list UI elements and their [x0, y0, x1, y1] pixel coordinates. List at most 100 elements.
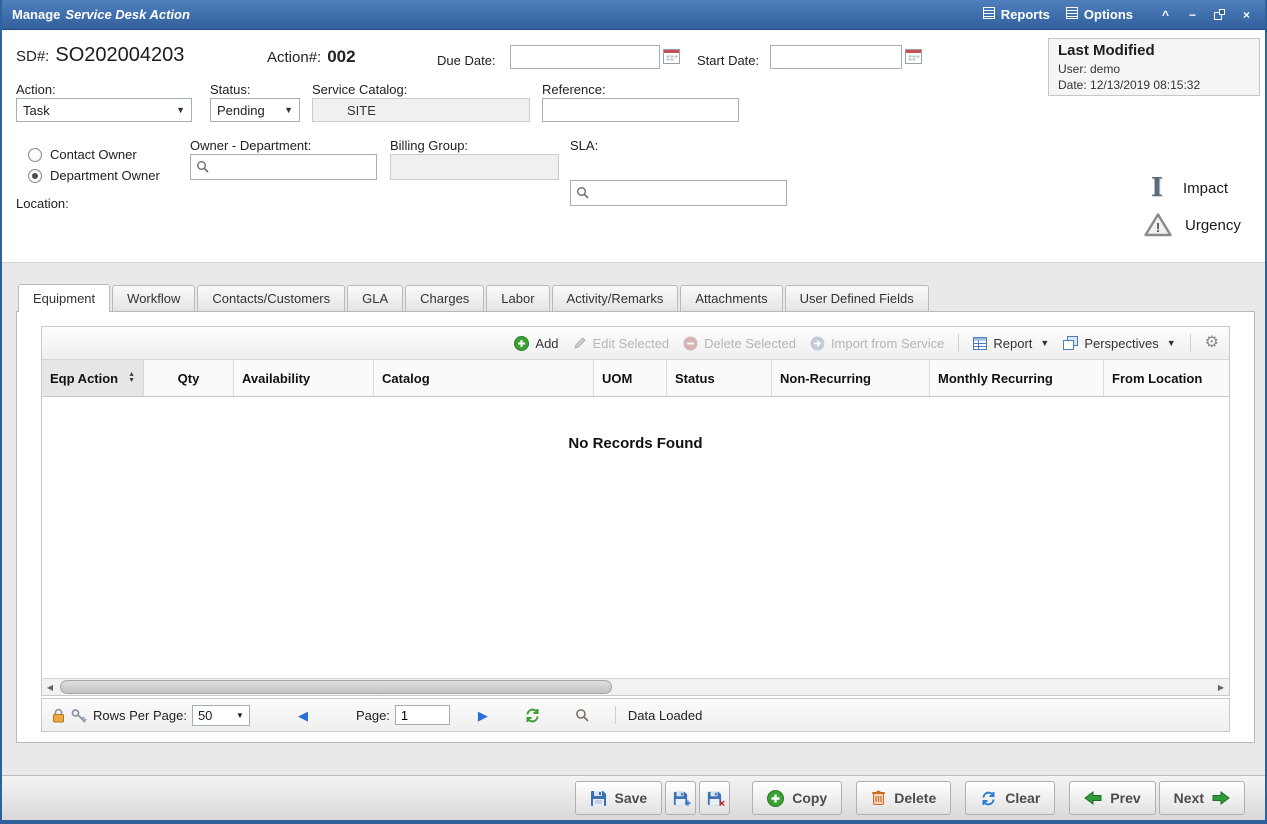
impact-label: Impact: [1183, 180, 1228, 197]
delete-selected-button[interactable]: Delete Selected: [683, 336, 796, 351]
tab-equipment[interactable]: Equipment: [18, 284, 110, 312]
options-button[interactable]: Options: [1066, 7, 1133, 22]
column-header-status[interactable]: Status: [667, 360, 772, 396]
popout-icon[interactable]: [1211, 6, 1228, 23]
report-dropdown-button[interactable]: Report ▼: [973, 336, 1049, 351]
add-button[interactable]: Add: [514, 336, 558, 351]
next-page-icon[interactable]: ▶: [478, 709, 488, 722]
report-label: Report: [993, 336, 1032, 351]
column-header-qty[interactable]: Qty: [144, 360, 234, 396]
status-select[interactable]: Pending ▼: [210, 98, 300, 122]
column-header-catalog[interactable]: Catalog: [374, 360, 594, 396]
tab-panel: Equipment Workflow Contacts/Customers GL…: [16, 283, 1255, 743]
tab-gla[interactable]: GLA: [347, 285, 403, 311]
page-input[interactable]: [395, 705, 450, 725]
column-header-availability[interactable]: Availability: [234, 360, 374, 396]
tab-contacts-customers[interactable]: Contacts/Customers: [197, 285, 345, 311]
service-catalog-field: SITE: [312, 98, 530, 122]
copy-button[interactable]: Copy: [752, 781, 842, 815]
next-button[interactable]: Next: [1159, 781, 1245, 815]
save-label: Save: [615, 790, 648, 806]
rows-per-page-select[interactable]: 50 ▼: [192, 705, 250, 726]
status-select-value: Pending: [217, 103, 265, 118]
rows-per-page-value: 50: [198, 708, 212, 723]
start-date-input[interactable]: [770, 45, 902, 69]
action-select[interactable]: Task ▼: [16, 98, 192, 122]
contact-owner-radio[interactable]: Contact Owner: [28, 147, 137, 162]
equipment-tab-panel: Add Edit Selected Delete S: [16, 311, 1255, 743]
clear-button[interactable]: Clear: [965, 781, 1055, 815]
arrow-left-icon: [1084, 791, 1102, 805]
perspectives-dropdown-button[interactable]: Perspectives ▼: [1063, 336, 1175, 351]
urgency-row[interactable]: ! Urgency: [1143, 212, 1241, 238]
start-date-calendar-icon[interactable]: [905, 48, 922, 64]
due-date-label: Due Date:: [437, 53, 496, 68]
edit-selected-button[interactable]: Edit Selected: [573, 336, 670, 351]
horizontal-scrollbar[interactable]: ◀ ▶: [42, 678, 1229, 695]
trash-icon: [871, 790, 886, 806]
status-label: Status:: [210, 82, 250, 97]
save-and-close-button[interactable]: ×: [699, 781, 730, 815]
tab-user-defined-fields[interactable]: User Defined Fields: [785, 285, 929, 311]
due-date-calendar-icon[interactable]: [663, 48, 680, 64]
prev-page-icon[interactable]: ◀: [298, 709, 308, 722]
search-icon[interactable]: [575, 708, 589, 722]
radio-circle: [28, 148, 42, 162]
key-icon[interactable]: [71, 708, 87, 723]
collapse-icon[interactable]: ^: [1157, 6, 1174, 23]
tab-charges[interactable]: Charges: [405, 285, 484, 311]
equipment-grid: Add Edit Selected Delete S: [41, 326, 1230, 696]
column-header-from-location[interactable]: From Location: [1104, 360, 1229, 396]
tab-activity-remarks[interactable]: Activity/Remarks: [552, 285, 679, 311]
clear-refresh-icon: [980, 791, 997, 806]
reports-button[interactable]: Reports: [983, 7, 1050, 22]
impact-row[interactable]: I Impact: [1143, 174, 1228, 202]
close-icon[interactable]: ×: [1238, 6, 1255, 23]
column-header-uom[interactable]: UOM: [594, 360, 667, 396]
footer-action-bar: Save + × Copy: [2, 775, 1265, 820]
scrollbar-thumb[interactable]: [60, 680, 612, 694]
svg-text:!: !: [1156, 220, 1160, 235]
tab-labor[interactable]: Labor: [486, 285, 549, 311]
tab-workflow[interactable]: Workflow: [112, 285, 195, 311]
due-date-input[interactable]: [510, 45, 660, 69]
last-modified-date: Date: 12/13/2019 08:15:32: [1058, 77, 1250, 93]
reports-icon: [983, 7, 995, 22]
column-header-monthly-recurring[interactable]: Monthly Recurring: [930, 360, 1104, 396]
action-no-label: Action#:: [267, 49, 321, 66]
contact-owner-label: Contact Owner: [50, 147, 137, 162]
rows-per-page-label: Rows Per Page:: [93, 708, 187, 723]
add-label: Add: [535, 336, 558, 351]
department-owner-radio[interactable]: Department Owner: [28, 168, 160, 183]
save-disk-close-icon: ×: [707, 791, 722, 806]
titlebar-actions: Reports Options ^ − ×: [983, 6, 1255, 23]
sla-input[interactable]: [570, 180, 787, 206]
last-modified-box: Last Modified User: demo Date: 12/13/201…: [1048, 38, 1260, 96]
impact-icon: I: [1143, 174, 1171, 202]
sort-icon: ▲▼: [128, 372, 135, 384]
sla-label: SLA:: [570, 138, 598, 153]
delete-button[interactable]: Delete: [856, 781, 951, 815]
minimize-icon[interactable]: −: [1184, 6, 1201, 23]
gear-icon[interactable]: ⚙: [1205, 335, 1219, 351]
refresh-icon[interactable]: [524, 708, 541, 723]
scroll-left-icon[interactable]: ◀: [42, 679, 58, 695]
tab-attachments[interactable]: Attachments: [680, 285, 782, 311]
owner-department-input[interactable]: [190, 154, 377, 180]
import-from-service-button[interactable]: Import from Service: [810, 336, 944, 351]
save-and-new-button[interactable]: +: [665, 781, 696, 815]
delete-label: Delete: [894, 790, 936, 806]
column-header-non-recurring[interactable]: Non-Recurring: [772, 360, 930, 396]
next-label: Next: [1174, 790, 1204, 806]
reference-input[interactable]: [542, 98, 739, 122]
save-button[interactable]: Save: [575, 781, 663, 815]
prev-button[interactable]: Prev: [1069, 781, 1155, 815]
scroll-right-icon[interactable]: ▶: [1213, 679, 1229, 695]
page-label: Page:: [356, 708, 390, 723]
window-controls: ^ − ×: [1157, 6, 1255, 23]
lock-icon[interactable]: [52, 708, 65, 723]
options-label: Options: [1084, 7, 1133, 22]
prev-label: Prev: [1110, 790, 1140, 806]
column-header-eqp-action[interactable]: Eqp Action ▲▼: [42, 360, 144, 396]
import-from-service-label: Import from Service: [831, 336, 944, 351]
